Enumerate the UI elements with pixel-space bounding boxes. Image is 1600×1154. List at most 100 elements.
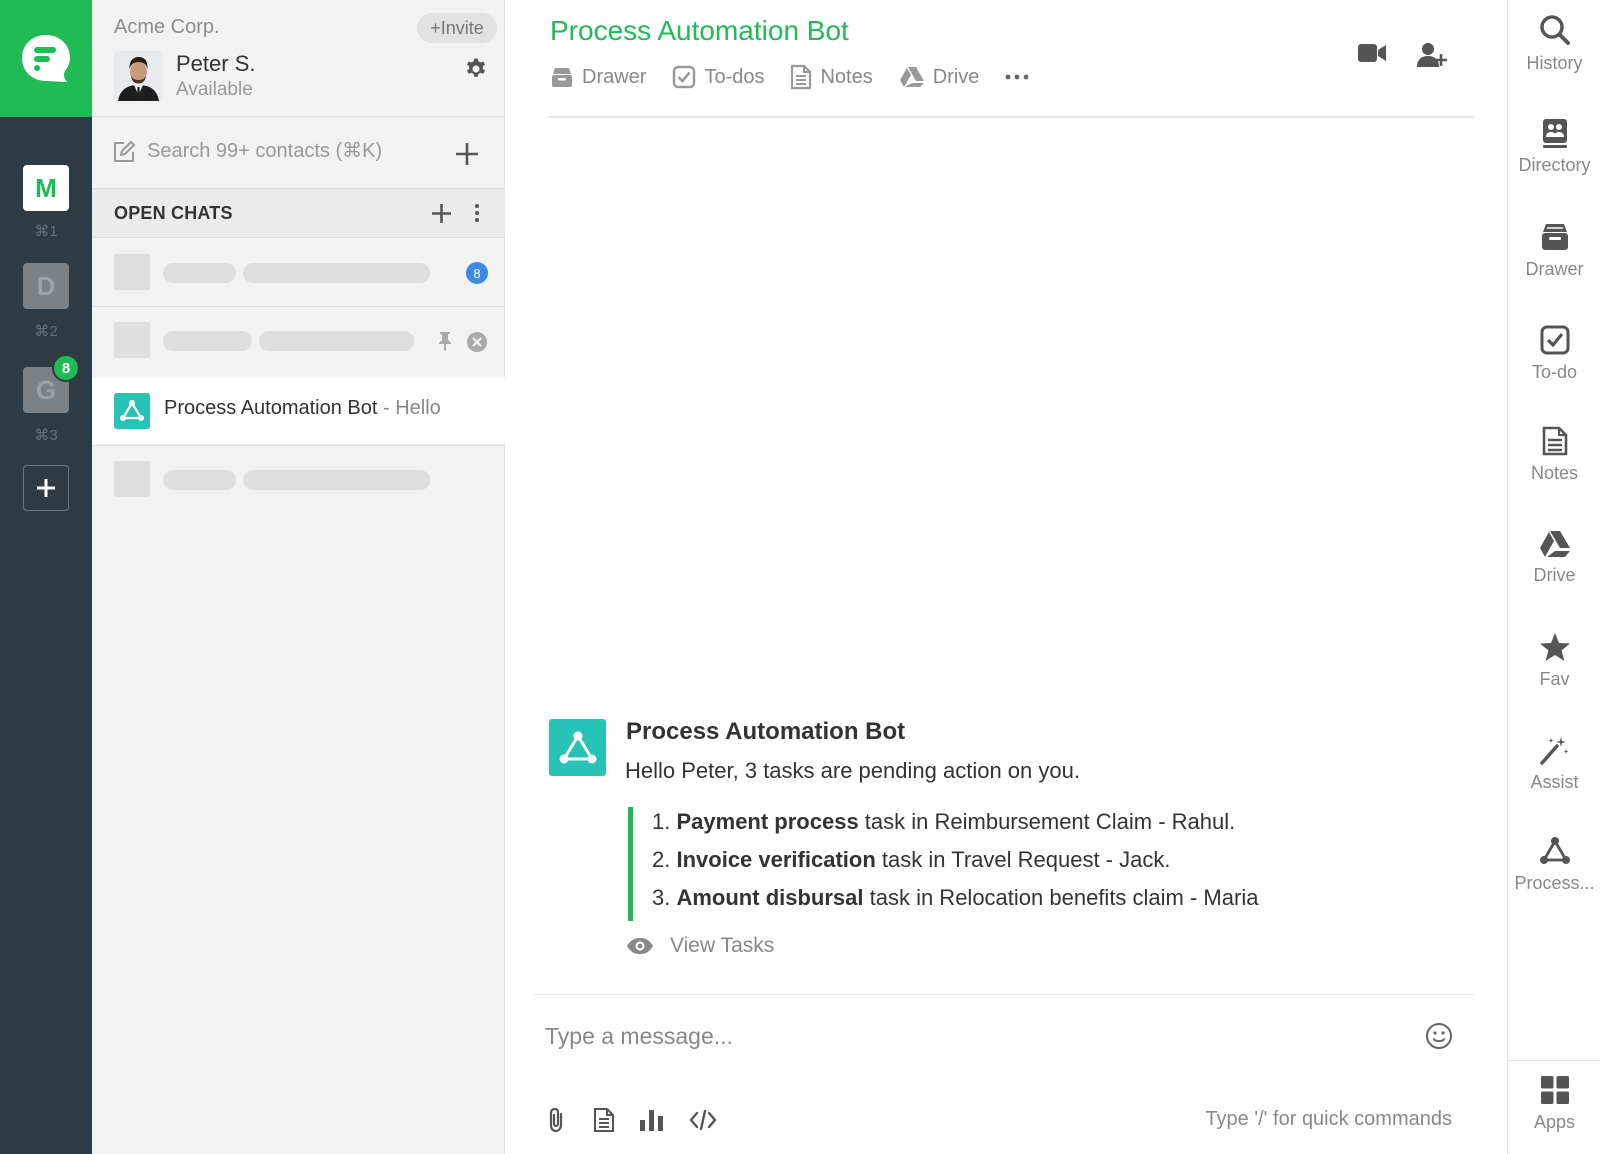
org-tile-m[interactable]: M (23, 165, 69, 211)
view-tasks-button[interactable]: View Tasks (626, 934, 774, 958)
compose-icon[interactable] (112, 140, 136, 164)
tab-drawer[interactable]: Drawer (550, 65, 646, 89)
avatar[interactable] (114, 51, 163, 101)
plus-icon (456, 143, 478, 165)
apps-grid-icon (1540, 1076, 1569, 1104)
org-tile-d[interactable]: D (23, 263, 69, 309)
org-unread-badge: 8 (52, 354, 80, 382)
message-input[interactable] (545, 1016, 1385, 1056)
search-input[interactable] (147, 134, 447, 168)
plus-icon (37, 479, 55, 497)
sidebar-item-history[interactable]: History (1508, 14, 1600, 74)
message-sender[interactable]: Process Automation Bot (626, 718, 905, 746)
plus-icon (432, 204, 451, 223)
divider (1508, 1060, 1600, 1061)
drawer-icon (552, 68, 572, 87)
open-chats-menu-icon[interactable] (474, 203, 480, 223)
tab-notes[interactable]: Notes (790, 64, 873, 90)
tab-todos[interactable]: To-dos (672, 65, 764, 89)
drawer-icon (1541, 224, 1568, 250)
chat-item-preview: - Hello (377, 397, 441, 419)
sidebar-item-drive[interactable]: Drive (1508, 530, 1600, 586)
list-item[interactable] (92, 446, 505, 514)
emoji-icon[interactable] (1425, 1022, 1453, 1050)
sidebar-item-todo[interactable]: To-do (1508, 325, 1600, 383)
tab-label: Notes (820, 65, 873, 88)
user-name: Peter S. (176, 51, 256, 76)
list-item[interactable] (92, 238, 505, 306)
tab-label: Drawer (582, 65, 647, 88)
close-chat-icon[interactable] (466, 331, 488, 353)
pending-task-list: 1. Payment process task in Reimbursement… (628, 807, 1258, 921)
quick-commands-hint: Type '/' for quick commands (1205, 1108, 1452, 1130)
divider (548, 116, 1474, 118)
process-bot-icon (1539, 837, 1570, 864)
sidebar-item-label: To-do (1531, 362, 1578, 382)
poll-chart-icon[interactable] (639, 1108, 665, 1132)
tab-label: To-dos (704, 65, 765, 88)
right-sidebar: History Directory Drawer To-do Notes Dri… (1507, 0, 1600, 1154)
chat-avatar-placeholder (114, 461, 150, 497)
org-shortcut: ⌘1 (34, 223, 58, 240)
task-name: Payment process (676, 809, 859, 834)
task-detail: task in Relocation benefits claim - Mari… (863, 885, 1259, 910)
chat-item-name: Process Automation Bot (164, 397, 378, 419)
attachment-icon[interactable] (545, 1107, 569, 1133)
divider (92, 116, 505, 117)
sidebar-item-label: Directory (1518, 155, 1591, 175)
drive-icon (899, 67, 924, 87)
bot-avatar-icon[interactable] (549, 719, 606, 776)
divider (92, 445, 505, 446)
user-status[interactable]: Available (176, 79, 253, 101)
task-number: 1. (652, 809, 671, 834)
sidebar-item-notes[interactable]: Notes (1508, 426, 1600, 484)
org-shortcut: ⌘3 (34, 427, 58, 444)
star-icon (1539, 633, 1570, 661)
org-shortcut: ⌘2 (34, 323, 58, 340)
task-name: Invoice verification (676, 847, 876, 872)
task-number: 2. (652, 847, 671, 872)
flock-logo-icon[interactable] (0, 0, 92, 117)
task-name: Amount disbursal (676, 885, 864, 910)
sidebar-item-label: Drive (1533, 565, 1576, 585)
chat-avatar-placeholder (114, 254, 150, 290)
new-chat-button[interactable] (455, 142, 479, 166)
add-org-button[interactable] (23, 465, 69, 511)
chat-item-process-automation-bot[interactable]: Process Automation Bot - Hello (92, 377, 505, 444)
view-tasks-label: View Tasks (670, 934, 775, 957)
bot-avatar-icon (114, 393, 150, 429)
sidebar-item-apps[interactable]: Apps (1508, 1075, 1600, 1133)
chat-preview-placeholder (243, 470, 430, 490)
search-icon (1539, 15, 1570, 45)
chat-header-actions (1327, 42, 1447, 68)
chat-name-placeholder (163, 470, 236, 490)
sidebar-item-label: Fav (1539, 669, 1570, 689)
tab-drive[interactable]: Drive (899, 65, 980, 89)
tab-label: Drive (932, 65, 980, 88)
composer-tools (545, 1107, 741, 1133)
add-open-chat-button[interactable] (431, 203, 452, 224)
document-icon[interactable] (593, 1107, 615, 1133)
list-item: 2. Invoice verification task in Travel R… (652, 845, 1258, 883)
chat-item-label: Process Automation Bot - Hello (164, 397, 441, 420)
list-item: 1. Payment process task in Reimbursement… (652, 807, 1258, 845)
sidebar-item-fav[interactable]: Fav (1508, 632, 1600, 690)
more-dots-icon[interactable] (1005, 74, 1037, 80)
sidebar-item-process[interactable]: Process... (1508, 836, 1600, 894)
todo-check-icon (1540, 325, 1569, 355)
sidebar-item-assist[interactable]: Assist (1508, 735, 1600, 793)
notes-icon (1542, 426, 1567, 456)
add-member-icon[interactable] (1417, 42, 1447, 68)
sidebar-item-drawer[interactable]: Drawer (1508, 222, 1600, 280)
invite-button[interactable]: +Invite (417, 13, 497, 43)
sidebar-item-directory[interactable]: Directory (1508, 118, 1600, 176)
chat-name-placeholder (163, 263, 236, 283)
video-call-icon[interactable] (1357, 42, 1387, 68)
open-chats-title: OPEN CHATS (114, 203, 233, 223)
gear-icon[interactable] (464, 57, 488, 81)
chat-name-placeholder (163, 331, 252, 351)
code-snippet-icon[interactable] (689, 1109, 717, 1131)
message-text: Hello Peter, 3 tasks are pending action … (625, 758, 1080, 783)
pin-icon[interactable] (437, 331, 453, 351)
page-title: Process Automation Bot (550, 15, 849, 46)
